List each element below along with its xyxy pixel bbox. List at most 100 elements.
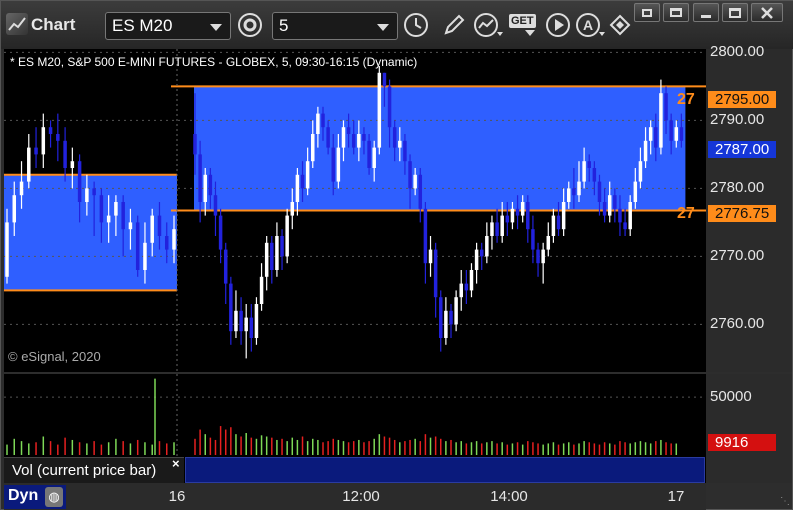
candle-body bbox=[300, 174, 305, 189]
candle-body bbox=[290, 202, 295, 216]
window-title: Chart bbox=[31, 15, 76, 34]
pencil-icon bbox=[444, 14, 465, 35]
replay-button[interactable] bbox=[542, 10, 574, 40]
minimize-button[interactable] bbox=[693, 3, 719, 22]
candle-body bbox=[280, 236, 284, 257]
candle-body bbox=[362, 134, 366, 141]
candle-body bbox=[510, 208, 515, 223]
close-icon bbox=[761, 6, 773, 19]
candle-body bbox=[27, 147, 31, 182]
alerts-button[interactable]: A bbox=[574, 10, 606, 40]
candle-body bbox=[577, 181, 581, 196]
candle-body bbox=[34, 147, 38, 155]
draw-tool-button[interactable] bbox=[438, 10, 470, 40]
candle-body bbox=[459, 283, 463, 298]
candle-body bbox=[357, 134, 361, 148]
pin-icon bbox=[642, 8, 652, 17]
resize-grip-icon[interactable]: ⋱ bbox=[780, 496, 790, 507]
interval-select[interactable]: 5 bbox=[272, 12, 398, 40]
chevron-down-icon bbox=[210, 24, 222, 31]
candle-body bbox=[433, 249, 438, 298]
price-axis[interactable]: 2800.00 2790.00 2780.00 2770.00 2760.00 2795… bbox=[706, 43, 792, 372]
candle-body bbox=[398, 140, 402, 148]
pin-window-button[interactable] bbox=[634, 3, 660, 22]
candle-body bbox=[592, 168, 597, 182]
candle-body bbox=[285, 215, 289, 257]
time-tick-label: 14:00 bbox=[490, 488, 528, 505]
toolbar: Chart ES M20 5 GET A bbox=[1, 1, 793, 49]
lower-price-badge: 2776.75 bbox=[708, 205, 776, 222]
candle-body bbox=[234, 310, 238, 332]
lower-row-marker: 27 bbox=[677, 205, 695, 222]
candle-body bbox=[403, 140, 407, 162]
candle-body bbox=[485, 236, 489, 257]
price-pane[interactable]: * ES M20, S&P 500 E-MINI FUTURES - GLOBE… bbox=[4, 49, 706, 372]
candle-body bbox=[531, 229, 535, 250]
volume-axis[interactable]: 50000 9916 bbox=[706, 374, 792, 483]
price-tick-label: 2760.00 bbox=[710, 315, 765, 333]
zone-fill bbox=[194, 86, 686, 211]
studies-button[interactable] bbox=[472, 10, 504, 40]
close-button[interactable] bbox=[751, 3, 783, 22]
candle-body bbox=[536, 249, 540, 264]
candle-body bbox=[582, 161, 586, 182]
candle-body bbox=[311, 134, 315, 162]
link-button[interactable] bbox=[604, 10, 636, 40]
clock-icon bbox=[404, 13, 428, 37]
candle-body bbox=[526, 202, 530, 230]
candle-body bbox=[387, 86, 392, 128]
candle-body bbox=[495, 222, 499, 236]
candle-body bbox=[515, 208, 520, 216]
candle-body bbox=[331, 147, 335, 182]
candle-body bbox=[674, 127, 679, 141]
candle-body bbox=[157, 215, 162, 236]
candle-body bbox=[208, 174, 213, 196]
candle-body bbox=[56, 134, 60, 141]
price-tick-label: 2780.00 bbox=[710, 179, 765, 197]
candle-body bbox=[546, 236, 551, 250]
candle-body bbox=[628, 202, 632, 230]
candle-body bbox=[367, 140, 371, 168]
candle-body bbox=[351, 134, 356, 148]
upper-price-badge: 2795.00 bbox=[708, 91, 776, 108]
candle-body bbox=[346, 127, 351, 134]
candle-body bbox=[143, 242, 147, 270]
time-tick-label: 17 bbox=[667, 488, 685, 505]
candle-body bbox=[275, 236, 279, 270]
volume-study-close-icon[interactable]: × bbox=[172, 456, 180, 471]
restore-window-button[interactable] bbox=[663, 3, 689, 22]
maximize-button[interactable] bbox=[722, 3, 748, 22]
last-price-badge: 2787.00 bbox=[708, 141, 776, 158]
candle-body bbox=[439, 297, 443, 338]
candle-body bbox=[193, 134, 197, 155]
candle-body bbox=[664, 93, 668, 121]
minimize-icon bbox=[701, 15, 711, 18]
time-settings-button[interactable] bbox=[400, 10, 432, 40]
candle-body bbox=[254, 304, 259, 338]
lock-icon[interactable]: ◍ bbox=[45, 487, 63, 507]
candle-body bbox=[41, 127, 46, 155]
gear-icon bbox=[238, 13, 262, 37]
volume-study-label[interactable]: Vol (current price bar) bbox=[4, 457, 184, 483]
candle-body bbox=[669, 120, 673, 141]
candle-body bbox=[5, 222, 9, 277]
candle-body bbox=[490, 222, 494, 236]
candle-body bbox=[249, 317, 254, 338]
candle-body bbox=[223, 249, 228, 284]
candle-body bbox=[633, 181, 638, 202]
time-axis[interactable]: 16 12:00 14:00 17 bbox=[4, 483, 706, 510]
candle-body bbox=[92, 188, 96, 196]
candle-body bbox=[341, 127, 346, 148]
symbol-select[interactable]: ES M20 bbox=[105, 12, 231, 40]
candle-body bbox=[218, 215, 223, 250]
get-button[interactable]: GET bbox=[506, 10, 540, 40]
price-tick-label: 2770.00 bbox=[710, 247, 765, 265]
interval-value: 5 bbox=[279, 16, 289, 35]
symbol-settings-button[interactable] bbox=[234, 10, 266, 40]
candle-body bbox=[505, 215, 510, 223]
candle-body bbox=[572, 188, 576, 196]
candle-body bbox=[520, 202, 525, 216]
candle-body bbox=[63, 140, 67, 168]
candle-body bbox=[587, 161, 591, 168]
play-icon bbox=[546, 13, 570, 37]
